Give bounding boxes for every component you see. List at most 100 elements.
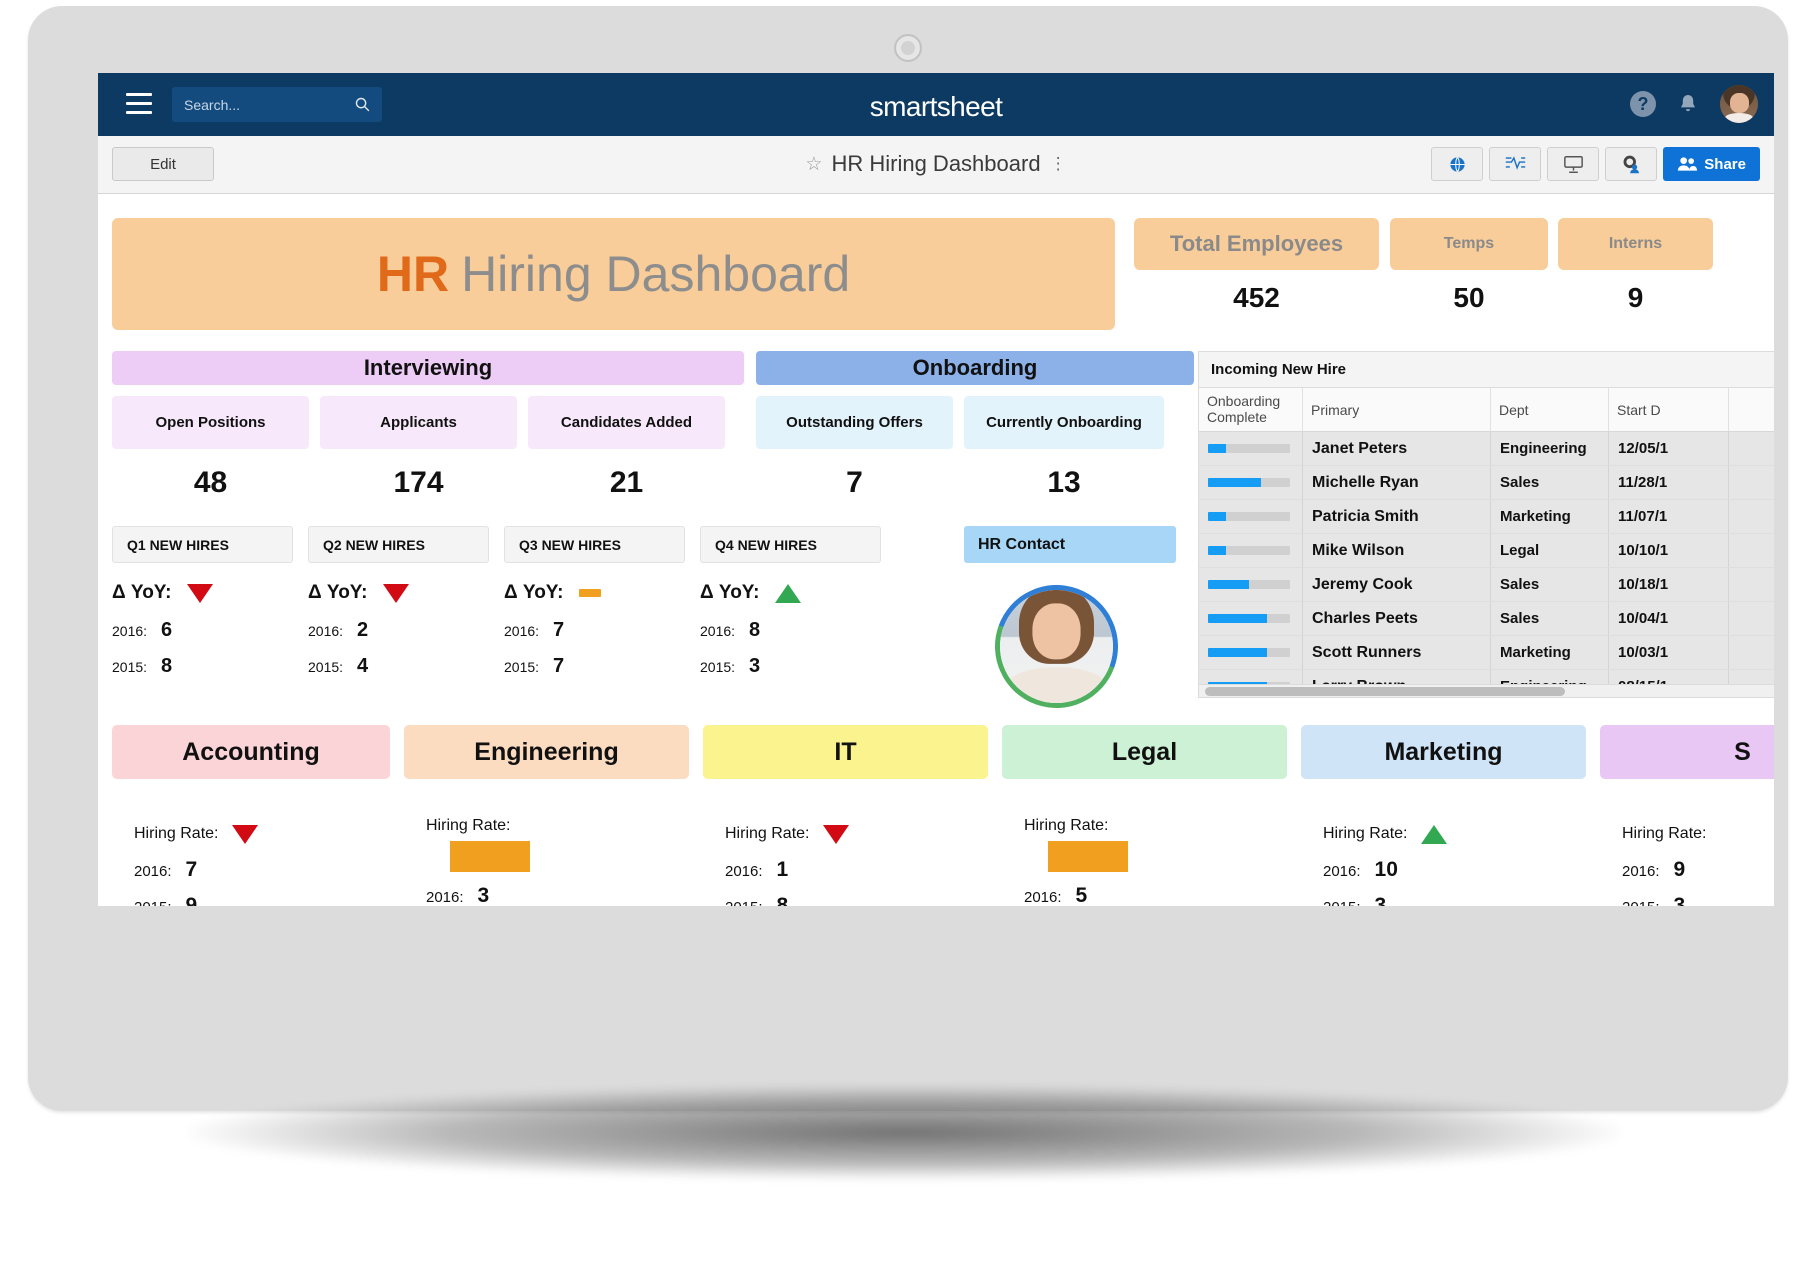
cell-onboarding-progress — [1199, 534, 1303, 567]
search-input-wrapper[interactable] — [172, 87, 382, 122]
metric-value-currently-onboarding: 13 — [1047, 466, 1081, 499]
user-avatar[interactable] — [1720, 85, 1758, 123]
hiring-rate-bar — [450, 841, 530, 872]
notifications-bell-icon[interactable] — [1676, 91, 1700, 117]
year-value: 4 — [357, 655, 369, 677]
year-value: 3 — [1374, 894, 1387, 906]
cell-dept: Sales — [1491, 602, 1609, 635]
yoy-label: Δ YoY: — [112, 582, 172, 603]
column-header-start-date[interactable]: Start D — [1609, 388, 1729, 431]
metric-label-open-positions: Open Positions — [112, 396, 309, 449]
section-header-onboarding: Onboarding — [756, 351, 1194, 385]
cell-onboarding-progress — [1199, 500, 1303, 533]
cell-primary: Patricia Smith — [1303, 500, 1491, 533]
share-button[interactable]: Share — [1663, 147, 1760, 181]
presentation-icon[interactable] — [1547, 147, 1600, 181]
scrollbar-thumb[interactable] — [1205, 687, 1565, 696]
trend-down-icon — [232, 824, 259, 844]
cell-start-date: 11/28/1 — [1609, 466, 1729, 499]
permissions-gear-icon[interactable] — [1605, 147, 1658, 181]
kpi-label: Total Employees — [1134, 218, 1379, 270]
progress-bar-track — [1208, 580, 1290, 589]
hr-contact-photo — [974, 564, 1139, 729]
hiring-rate-label: Hiring Rate: — [134, 825, 219, 842]
publish-globe-icon[interactable] — [1431, 147, 1484, 181]
table-row[interactable]: Janet Peters Engineering 12/05/1 — [1199, 432, 1774, 466]
year-value: 7 — [553, 655, 565, 677]
year-label: 2015: — [700, 659, 736, 675]
cell-dept: Sales — [1491, 466, 1609, 499]
dashboard-canvas: HR Hiring Dashboard Total Employees 452 … — [98, 194, 1774, 906]
table-row[interactable]: Scott Runners Marketing 10/03/1 — [1199, 636, 1774, 670]
column-header-primary[interactable]: Primary — [1303, 388, 1491, 431]
year-value: 7 — [553, 619, 565, 641]
progress-bar-fill — [1208, 580, 1249, 589]
column-header-onboarding-complete[interactable]: Onboarding Complete — [1199, 388, 1303, 431]
trend-down-icon — [823, 824, 850, 844]
cell-primary: Janet Peters — [1303, 432, 1491, 465]
app-screen: smartsheet ? Edit ☆ HR Hiring Dashboard … — [98, 73, 1774, 906]
navbar-right-actions: ? — [1630, 85, 1758, 123]
cell-start-date: 12/05/1 — [1609, 432, 1729, 465]
kpi-label: Interns — [1558, 218, 1713, 270]
cell-primary: Charles Peets — [1303, 602, 1491, 635]
dept-card-marketing: Marketing Hiring Rate: 2016: 10 2015: 3 — [1301, 725, 1586, 906]
table-row[interactable]: Patricia Smith Marketing 11/07/1 — [1199, 500, 1774, 534]
dept-name: S — [1600, 725, 1774, 779]
cell-start-date: 10/10/1 — [1609, 534, 1729, 567]
toolbar-actions: Share — [1431, 147, 1760, 181]
kpi-value: 50 — [1453, 282, 1485, 313]
progress-bar-fill — [1208, 546, 1227, 555]
edit-button[interactable]: Edit — [112, 147, 214, 181]
yoy-label: Δ YoY: — [700, 582, 760, 603]
table-row[interactable]: Michelle Ryan Sales 11/28/1 — [1199, 466, 1774, 500]
progress-bar-fill — [1208, 444, 1227, 453]
yoy-label: Δ YoY: — [504, 582, 564, 603]
progress-bar-track — [1208, 512, 1290, 521]
year-label: 2015: — [112, 659, 148, 675]
year-value: 3 — [477, 884, 490, 906]
year-value: 8 — [776, 894, 789, 906]
year-label: 2015: — [308, 659, 344, 675]
metric-label-currently-onboarding: Currently Onboarding — [964, 396, 1164, 449]
quarter-stats-q1: Δ YoY: 2016: 6 2015: 8 — [112, 580, 302, 678]
table-row[interactable]: Jeremy Cook Sales 10/18/1 — [1199, 568, 1774, 602]
progress-bar-fill — [1208, 478, 1262, 487]
quarter-stats-q4: Δ YoY: 2016: 8 2015: 3 — [700, 580, 890, 678]
trend-down-icon — [383, 583, 410, 603]
search-input[interactable] — [184, 87, 344, 122]
year-value: 3 — [1673, 894, 1686, 906]
table-row[interactable]: Charles Peets Sales 10/04/1 — [1199, 602, 1774, 636]
year-value: 3 — [749, 655, 761, 677]
table-row[interactable]: Mike Wilson Legal 10/10/1 — [1199, 534, 1774, 568]
search-icon[interactable] — [354, 96, 371, 113]
column-header-dept[interactable]: Dept — [1491, 388, 1609, 431]
cell-start-date: 10/03/1 — [1609, 636, 1729, 669]
progress-bar-fill — [1208, 614, 1268, 623]
hamburger-menu-icon[interactable] — [126, 93, 152, 115]
activity-log-icon[interactable] — [1489, 147, 1542, 181]
year-label: 2016: — [1323, 863, 1361, 880]
cell-onboarding-progress — [1199, 466, 1303, 499]
cell-primary: Jeremy Cook — [1303, 568, 1491, 601]
device-camera — [894, 34, 922, 62]
more-options-icon[interactable]: ⋮ — [1050, 154, 1067, 174]
metric-value-outstanding-offers: 7 — [846, 466, 863, 499]
quarter-label-q1: Q1 NEW HIRES — [112, 526, 293, 563]
quarter-stats-q2: Δ YoY: 2016: 2 2015: 4 — [308, 580, 498, 678]
share-label: Share — [1704, 155, 1746, 173]
kpi-total-employees: Total Employees 452 — [1134, 218, 1379, 314]
help-icon[interactable]: ? — [1630, 91, 1656, 117]
dept-name: IT — [703, 725, 988, 779]
grid-horizontal-scrollbar[interactable] — [1199, 684, 1774, 697]
page-title: HR Hiring Dashboard — [831, 151, 1041, 176]
progress-bar-track — [1208, 444, 1290, 453]
year-label: 2016: — [1024, 889, 1062, 906]
year-label: 2015: — [134, 899, 172, 906]
progress-bar-track — [1208, 478, 1290, 487]
dashboard-title-banner: HR Hiring Dashboard — [112, 218, 1115, 330]
year-label: 2016: — [134, 863, 172, 880]
cell-dept: Marketing — [1491, 636, 1609, 669]
kpi-label: Temps — [1390, 218, 1548, 270]
favorite-star-icon[interactable]: ☆ — [805, 153, 822, 176]
